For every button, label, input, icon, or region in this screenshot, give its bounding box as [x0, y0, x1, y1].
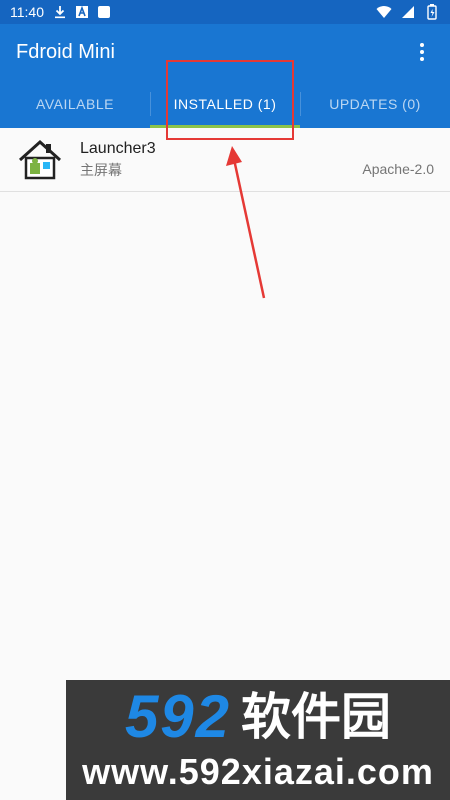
watermark-number: 592 [124, 683, 232, 750]
battery-icon [424, 4, 440, 20]
house-icon [16, 136, 64, 184]
app-summary: 主屏幕 [80, 161, 122, 178]
more-vert-icon[interactable] [410, 40, 434, 64]
tab-bar: AVAILABLE INSTALLED (1) UPDATES (0) [0, 80, 450, 128]
tab-available[interactable]: AVAILABLE [0, 80, 150, 128]
tab-label: INSTALLED (1) [173, 96, 277, 112]
download-icon [52, 4, 68, 20]
tab-installed[interactable]: INSTALLED (1) [150, 80, 300, 128]
watermark-chinese: 软件园 [241, 689, 392, 745]
status-bar: 11:40 [0, 0, 450, 24]
tab-label: UPDATES (0) [329, 96, 421, 112]
list-item[interactable]: Launcher3 主屏幕 Apache-2.0 [0, 128, 450, 192]
app-license: Apache-2.0 [362, 161, 434, 177]
app-title: Fdroid Mini [16, 40, 115, 63]
app-list: Launcher3 主屏幕 Apache-2.0 [0, 128, 450, 192]
signal-icon [400, 4, 416, 20]
watermark-logo: 592 软件园 www.592xiazai.com [66, 680, 450, 800]
square-notification-icon [96, 4, 112, 20]
a-notification-icon [74, 4, 90, 20]
wifi-icon [376, 4, 392, 20]
app-bar: Fdroid Mini [0, 24, 450, 80]
tab-label: AVAILABLE [36, 96, 114, 112]
watermark-url: www.592xiazai.com [82, 751, 434, 792]
app-name: Launcher3 [80, 139, 156, 157]
status-time: 11:40 [10, 4, 44, 20]
tab-updates[interactable]: UPDATES (0) [300, 80, 450, 128]
